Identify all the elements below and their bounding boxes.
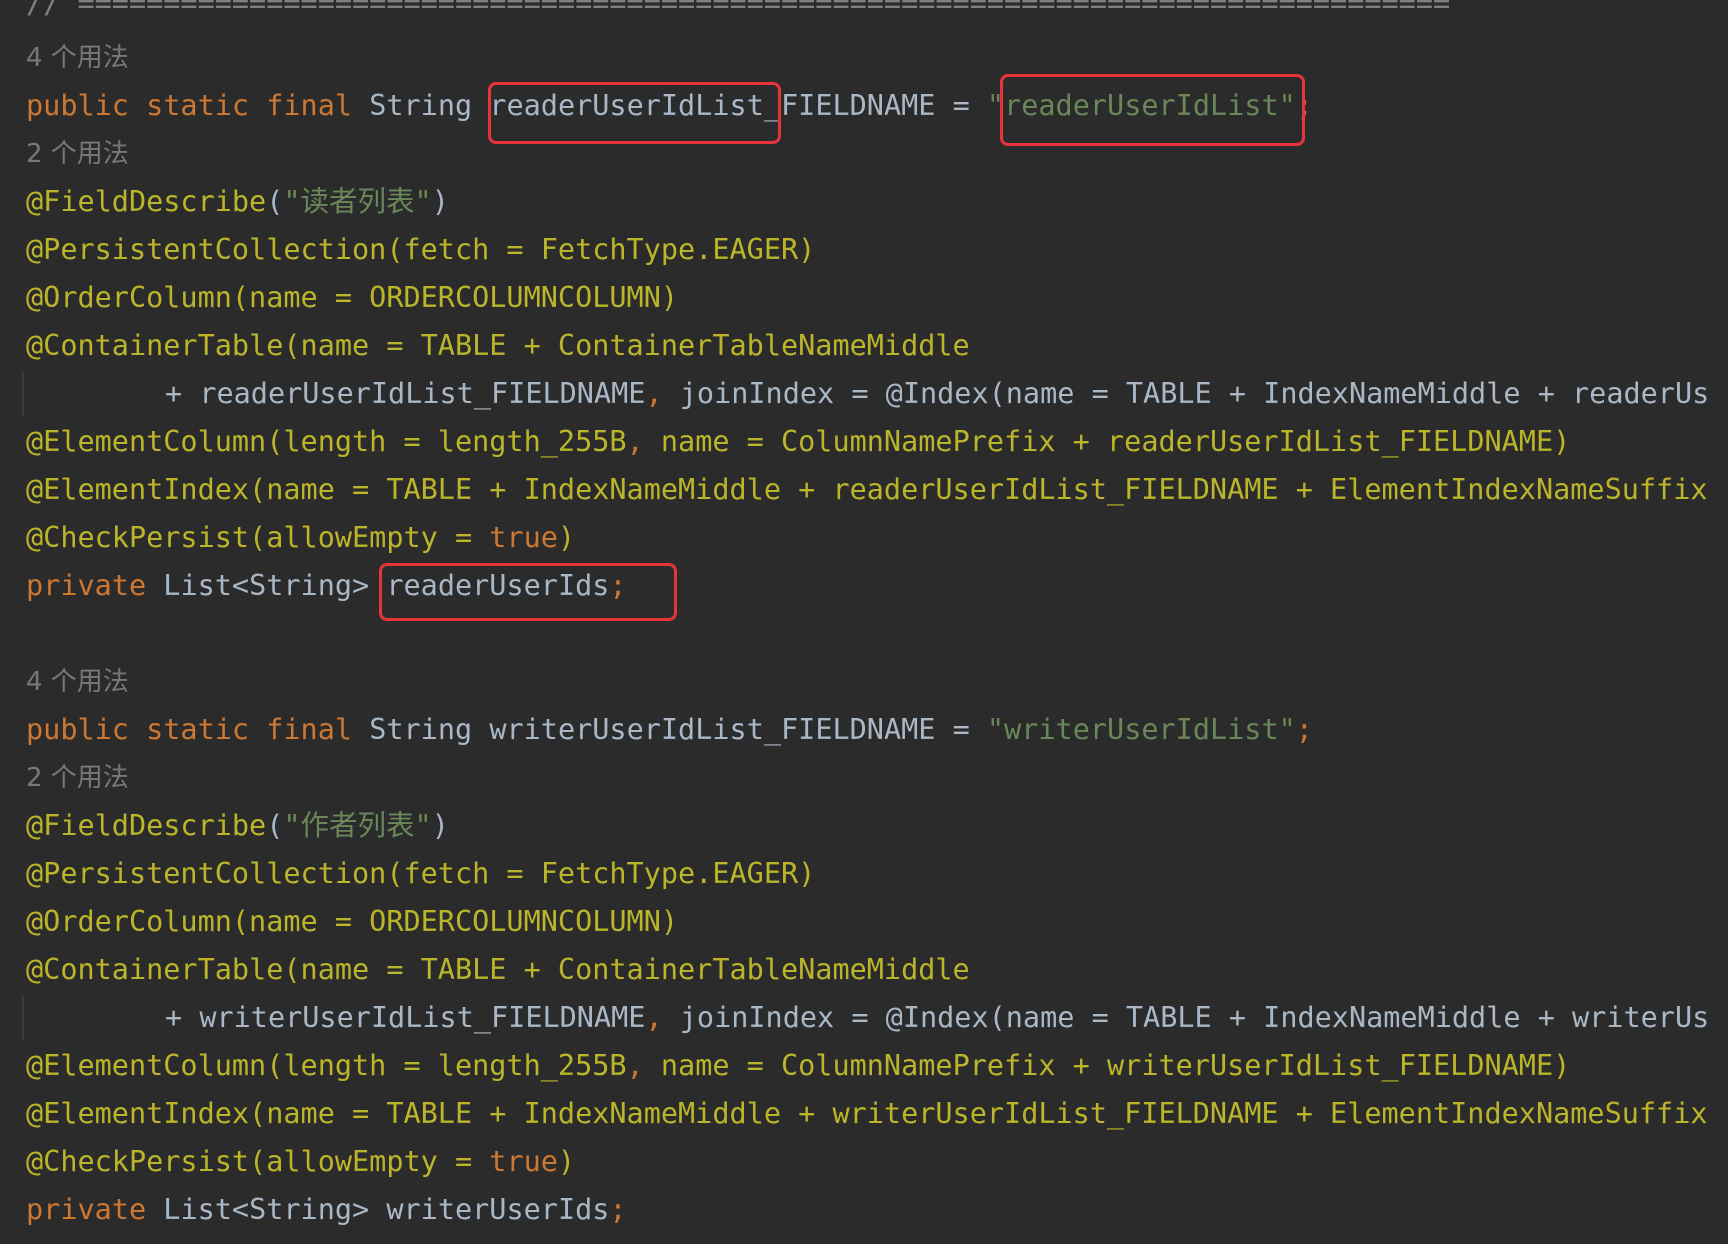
check-persist-annotation: @CheckPersist(allowEmpty = true)	[26, 1145, 576, 1178]
field-declaration[interactable]: private List<String> readerUserIds;	[26, 562, 627, 610]
assign: =	[935, 89, 987, 122]
field-describe-annotation: @FieldDescribe("作者列表")	[26, 809, 449, 842]
persistent-collection-annotation: @PersistentCollection(fetch = FetchType.…	[26, 233, 816, 266]
code-editor[interactable]: // =====================================…	[0, 0, 1728, 1244]
element-index-annotation: @ElementIndex(name = TABLE + IndexNameMi…	[26, 473, 1708, 506]
usage-hint[interactable]: 4 个用法	[26, 35, 129, 81]
usage-hint[interactable]: 2 个用法	[26, 755, 129, 801]
describe-value: "作者列表"	[283, 809, 432, 842]
indent-guide	[22, 371, 24, 417]
bool-literal: true	[489, 1145, 558, 1178]
separator-comment: // =====================================…	[26, 0, 1451, 20]
bool-literal: true	[489, 521, 558, 554]
field-name: readerUserIds	[386, 569, 610, 602]
const-declaration[interactable]: public static final String readerUserIdL…	[26, 82, 1313, 130]
usage-hint[interactable]: 2 个用法	[26, 131, 129, 177]
modifiers: public static final	[26, 89, 353, 122]
const-name: writerUserIdList_FIELDNAME	[489, 713, 936, 746]
indent-guide	[22, 995, 24, 1041]
element-index-annotation: @ElementIndex(name = TABLE + IndexNameMi…	[26, 1097, 1708, 1130]
semicolon: ;	[1295, 89, 1313, 122]
field-describe-annotation: @FieldDescribe("读者列表")	[26, 185, 449, 218]
persistent-collection-annotation: @PersistentCollection(fetch = FetchType.…	[26, 857, 816, 890]
field-declaration[interactable]: private List<String> writerUserIds;	[26, 1186, 627, 1234]
container-table-annotation: @ContainerTable(name = TABLE + Container…	[26, 953, 970, 986]
const-name: readerUserIdList_FIELDNAME	[489, 89, 936, 122]
container-table-continuation: + writerUserIdList_FIELDNAME, joinIndex …	[165, 1001, 1710, 1034]
element-column-annotation: @ElementColumn(length = length_255B, nam…	[26, 425, 1571, 458]
check-persist-annotation: @CheckPersist(allowEmpty = true)	[26, 521, 576, 554]
type: String	[369, 89, 473, 122]
const-value: "writerUserIdList"	[986, 713, 1296, 746]
container-table-annotation: @ContainerTable(name = TABLE + Container…	[26, 329, 970, 362]
usage-hint[interactable]: 4 个用法	[26, 659, 129, 705]
const-value: "readerUserIdList"	[986, 89, 1296, 122]
describe-value: "读者列表"	[283, 185, 432, 218]
container-table-continuation: + readerUserIdList_FIELDNAME, joinIndex …	[165, 377, 1710, 410]
element-column-annotation: @ElementColumn(length = length_255B, nam…	[26, 1049, 1571, 1082]
order-column-annotation: @OrderColumn(name = ORDERCOLUMNCOLUMN)	[26, 905, 679, 938]
order-column-annotation: @OrderColumn(name = ORDERCOLUMNCOLUMN)	[26, 281, 679, 314]
field-name: writerUserIds	[386, 1193, 610, 1226]
const-declaration[interactable]: public static final String writerUserIdL…	[26, 706, 1313, 754]
